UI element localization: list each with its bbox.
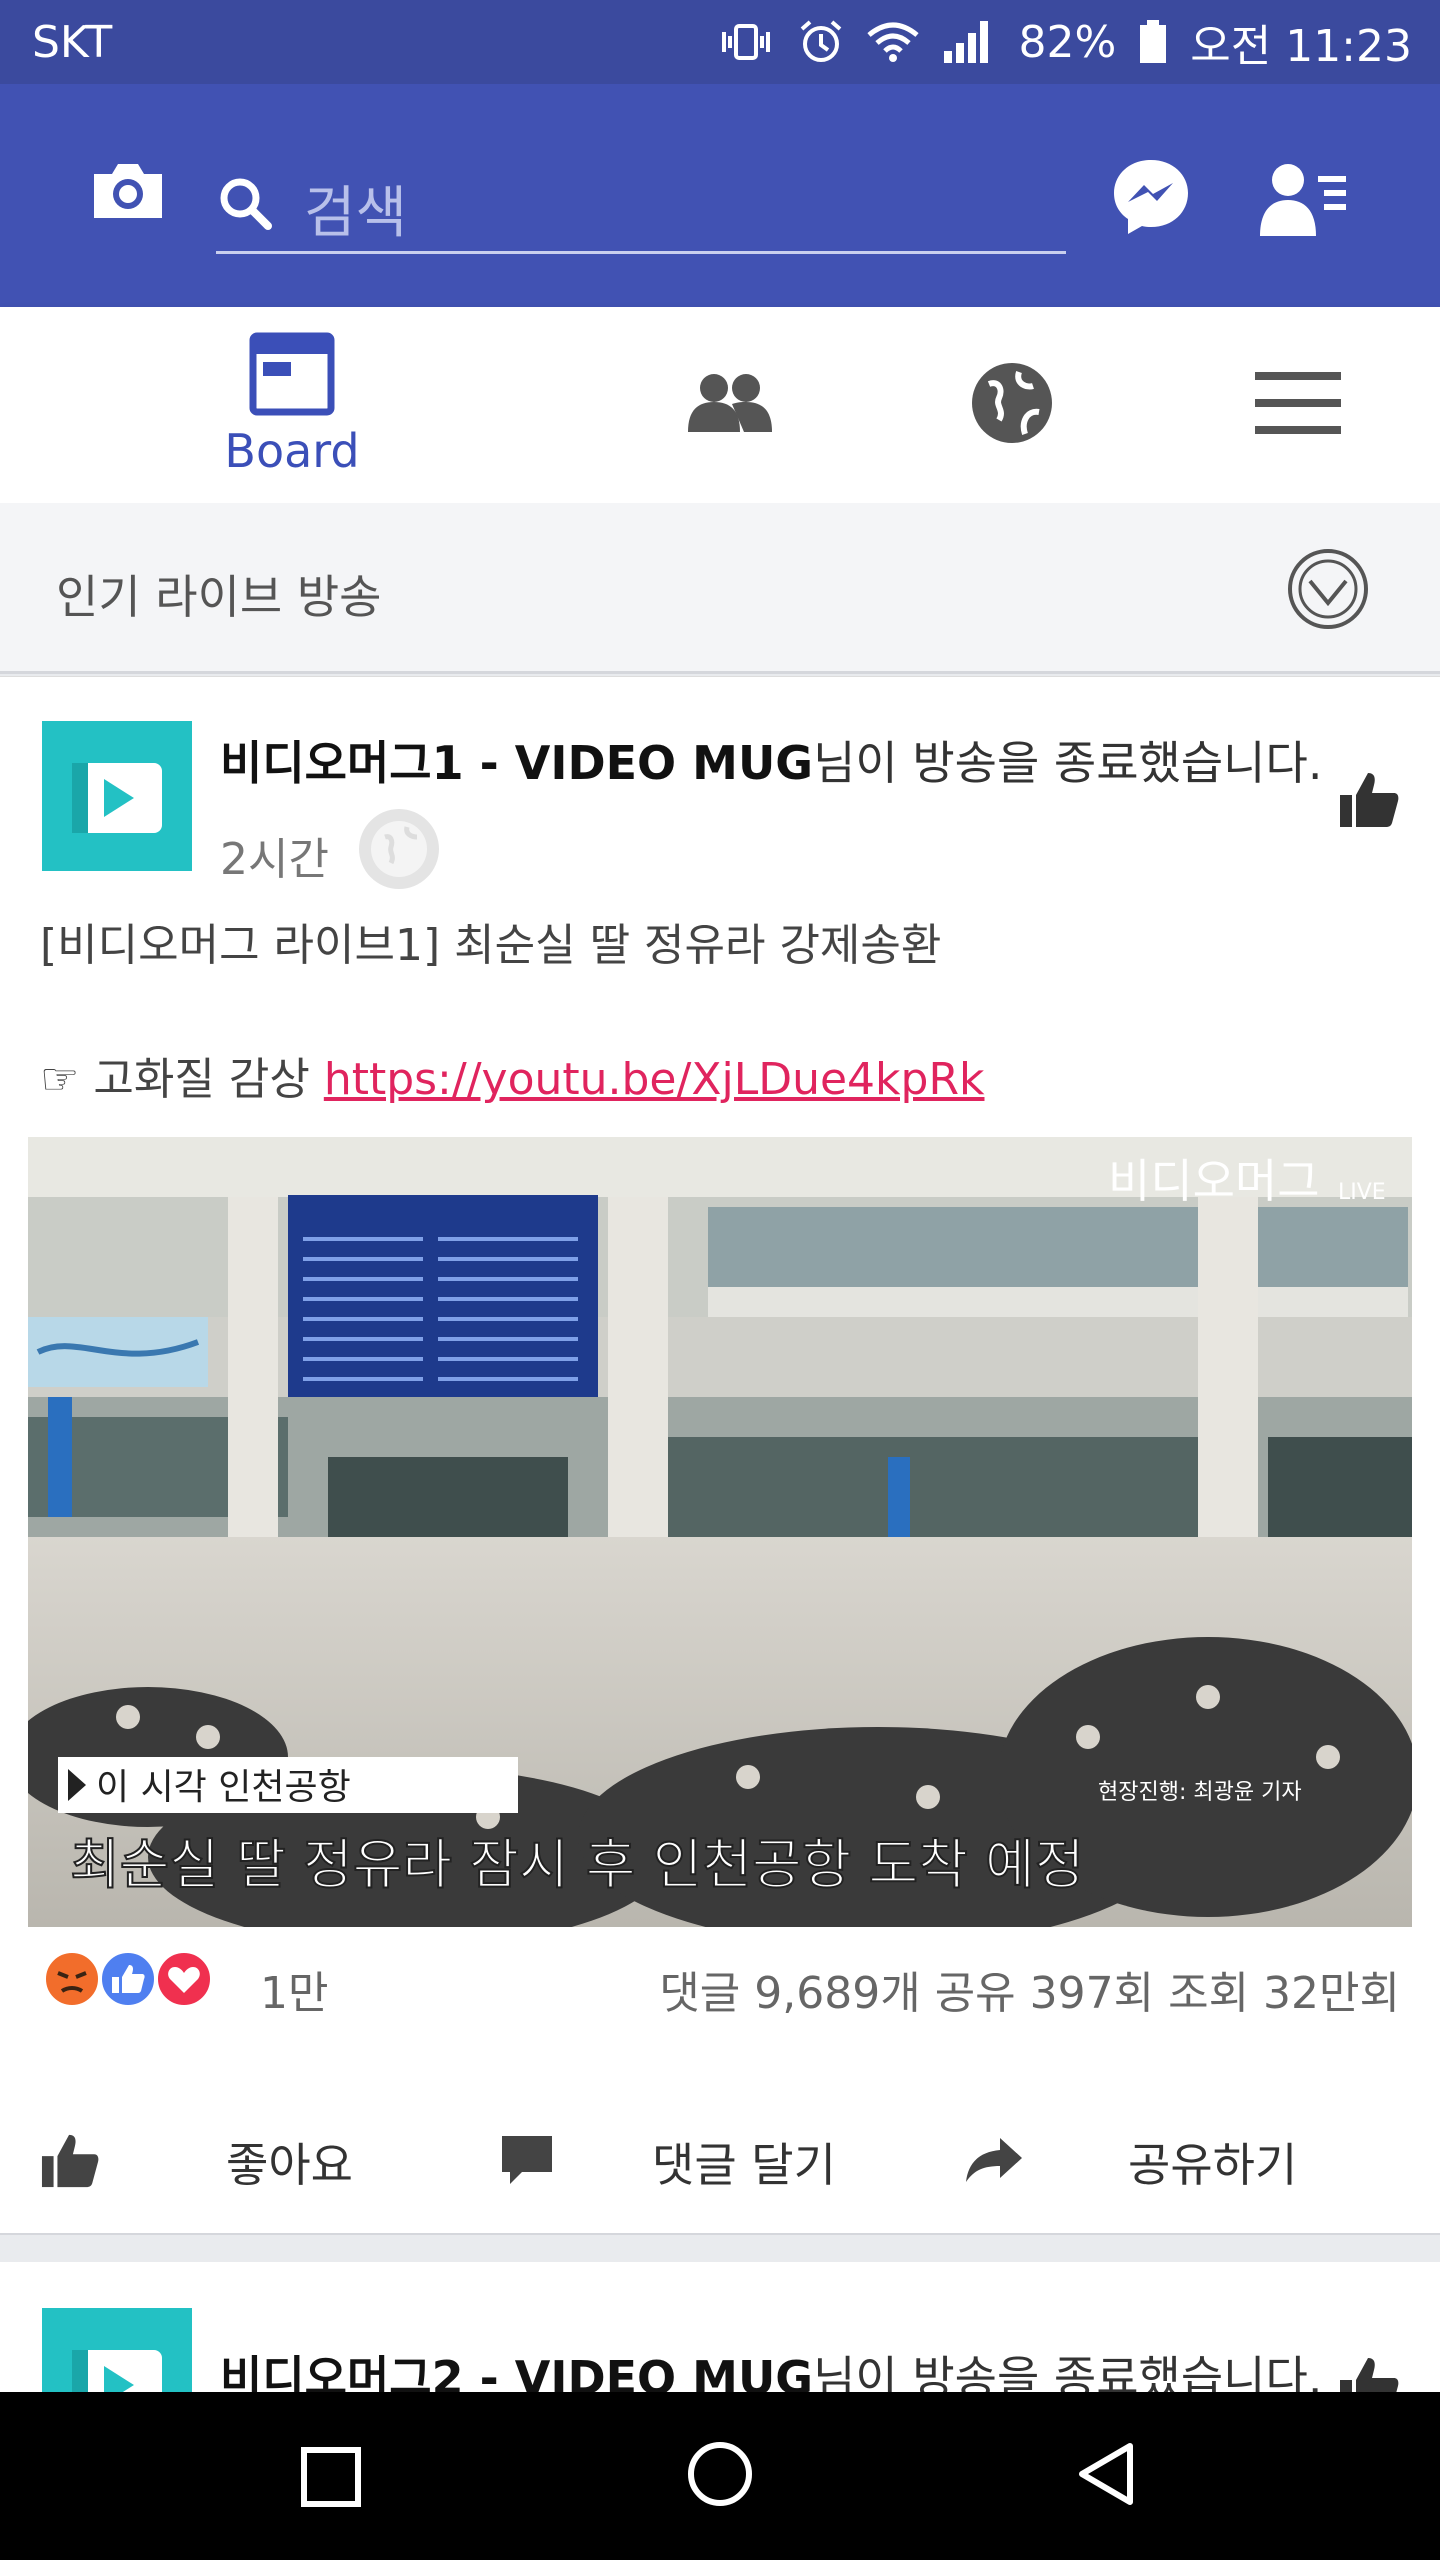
app-header: 검색 bbox=[0, 84, 1440, 307]
tab-bar: Board bbox=[0, 307, 1440, 503]
post-actions: 좋아요 댓글 달기 공유하기 bbox=[0, 2107, 1440, 2217]
angry-reaction-icon bbox=[40, 1947, 104, 2015]
clock: 오전 11:23 bbox=[1190, 21, 1412, 72]
status-bar: SKT 82% 오전 11:23 bbox=[0, 0, 1440, 84]
section-title: 인기 라이브 방송 bbox=[56, 570, 382, 624]
like-reaction-icon bbox=[96, 1947, 160, 2015]
video-reporter: 현장진행: 최광윤 기자 bbox=[1098, 1780, 1302, 1805]
popular-live-section: 인기 라이브 방송 bbox=[0, 503, 1440, 674]
vibrate-icon bbox=[716, 22, 776, 62]
public-globe-icon bbox=[357, 807, 441, 902]
post-text: [비디오머그 라이브1] 최순실 딸 정유라 강제송환 bbox=[40, 920, 942, 971]
tab-menu[interactable] bbox=[1118, 307, 1440, 503]
love-reaction-icon bbox=[152, 1947, 216, 2015]
camera-icon[interactable] bbox=[88, 160, 168, 226]
video-thumbnail[interactable]: 비디오머그 LIVE 이 시각 인천공항 현장진행: 최광윤 기자 최순실 딸 … bbox=[28, 1137, 1412, 1927]
battery-icon bbox=[1138, 19, 1168, 65]
video-mug-logo bbox=[72, 763, 162, 833]
post-author[interactable]: 비디오머그1 - VIDEO MUG bbox=[220, 736, 813, 790]
tab-board-label: Board bbox=[224, 424, 360, 478]
globe-icon bbox=[969, 360, 1055, 450]
comment-label: 댓글 달기 bbox=[652, 2138, 836, 2192]
messenger-icon[interactable] bbox=[1110, 156, 1192, 242]
like-button[interactable]: 좋아요 bbox=[40, 2107, 440, 2217]
menu-icon bbox=[1255, 368, 1341, 442]
like-icon[interactable] bbox=[1338, 769, 1400, 833]
reaction-count[interactable]: 1만 bbox=[260, 1957, 328, 2021]
recent-apps-button[interactable] bbox=[300, 2446, 362, 2512]
post-link[interactable]: https://youtu.be/XjLDue4kpRk bbox=[324, 1054, 985, 1105]
post-meta: 2시간 bbox=[220, 807, 441, 902]
board-icon bbox=[249, 332, 335, 420]
wifi-icon bbox=[866, 21, 920, 63]
post-author-line: 비디오머그1 - VIDEO MUG님이 방송을 종료했습니다. bbox=[220, 727, 1322, 793]
share-label: 공유하기 bbox=[1128, 2138, 1298, 2192]
video-live-tag: LIVE bbox=[1338, 1180, 1386, 1205]
search-input[interactable]: 검색 bbox=[216, 154, 1066, 254]
share-button[interactable]: 공유하기 bbox=[964, 2107, 1404, 2217]
home-button[interactable] bbox=[686, 2440, 754, 2512]
friend-requests-icon[interactable] bbox=[1258, 160, 1348, 242]
battery-percent: 82% bbox=[1018, 16, 1117, 68]
alarm-icon bbox=[798, 19, 844, 65]
reactions-summary[interactable] bbox=[40, 1947, 216, 2015]
tab-board[interactable]: Board bbox=[112, 307, 472, 503]
like-label: 좋아요 bbox=[226, 2138, 353, 2192]
avatar[interactable] bbox=[42, 721, 192, 871]
link-prefix: ☞ 고화질 감상 bbox=[40, 1054, 324, 1105]
carrier-label: SKT bbox=[32, 16, 113, 68]
video-caption: 최순실 딸 정유라 잠시 후 인천공항 도착 예정 bbox=[70, 1833, 1084, 1896]
post-stats: 1만 댓글 9,689개 공유 397회 조회 32만회 bbox=[40, 1947, 1400, 2027]
post-time[interactable]: 2시간 bbox=[220, 823, 329, 887]
engagement-stats[interactable]: 댓글 9,689개 공유 397회 조회 32만회 bbox=[659, 1957, 1400, 2021]
comment-button[interactable]: 댓글 달기 bbox=[500, 2107, 940, 2217]
comment-icon bbox=[500, 2132, 554, 2192]
post-link-line: ☞ 고화질 감상 https://youtu.be/XjLDue4kpRk bbox=[40, 1043, 985, 1107]
chevron-down-icon[interactable] bbox=[1286, 547, 1370, 635]
post-card: 비디오머그1 - VIDEO MUG님이 방송을 종료했습니다. 2시간 [비디… bbox=[0, 676, 1440, 2235]
friends-icon bbox=[686, 370, 774, 440]
airport-scene-image: 비디오머그 LIVE 이 시각 인천공항 현장진행: 최광윤 기자 최순실 딸 … bbox=[28, 1137, 1412, 1927]
video-caption-tag: 이 시각 인천공항 bbox=[96, 1767, 351, 1808]
system-nav-bar bbox=[0, 2392, 1440, 2560]
search-icon bbox=[216, 174, 274, 236]
back-button[interactable] bbox=[1074, 2440, 1138, 2512]
search-placeholder: 검색 bbox=[304, 181, 408, 246]
post-action-text: 님이 방송을 종료했습니다. bbox=[813, 736, 1323, 790]
like-action-icon bbox=[40, 2131, 100, 2193]
signal-icon bbox=[942, 19, 996, 65]
video-watermark: 비디오머그 bbox=[1108, 1154, 1320, 1208]
share-icon bbox=[964, 2136, 1024, 2188]
